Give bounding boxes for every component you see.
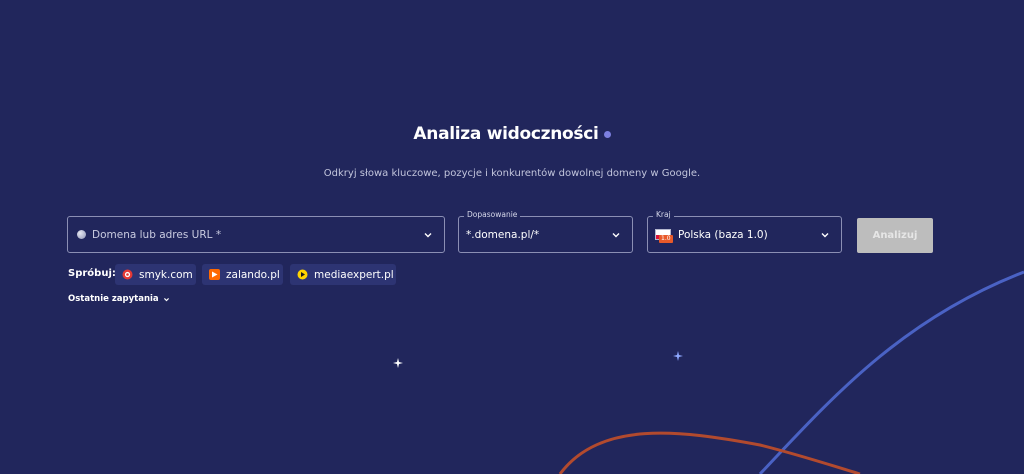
match-select-label: Dopasowanie — [464, 210, 521, 219]
domain-input-placeholder: Domena lub adres URL * — [92, 228, 222, 241]
sparkle-icon — [393, 358, 403, 368]
match-select[interactable]: Dopasowanie *.domena.pl/* — [458, 210, 633, 253]
suggestions-label: Spróbuj: — [68, 268, 116, 279]
country-select-value: Polska (baza 1.0) — [678, 228, 768, 241]
decorative-orange-curve — [558, 431, 861, 474]
analyze-button[interactable]: Analizuj — [857, 218, 933, 253]
decorative-blue-curve — [758, 270, 1024, 474]
chevron-down-icon[interactable] — [611, 230, 621, 240]
recent-queries-toggle[interactable]: Ostatnie zapytania — [68, 294, 170, 304]
suggestion-chip-label: mediaexpert.pl — [314, 268, 394, 281]
suggestion-chip-label: zalando.pl — [226, 268, 280, 281]
suggestion-chip-label: smyk.com — [139, 268, 193, 281]
globe-icon — [77, 230, 86, 239]
domain-input[interactable]: Domena lub adres URL * — [67, 216, 445, 253]
chevron-down-icon[interactable] — [423, 230, 433, 240]
chevron-down-icon — [163, 297, 169, 301]
page-subtitle: Odkryj słowa kluczowe, pozycje i konkure… — [323, 168, 701, 179]
poland-flag-icon: 1.0 — [655, 229, 673, 243]
database-version-badge: 1.0 — [659, 235, 673, 243]
smyk-logo-icon — [122, 269, 133, 280]
zalando-logo-icon — [209, 269, 220, 280]
suggestion-chip-mediaexpert[interactable]: mediaexpert.pl — [290, 264, 396, 285]
country-select[interactable]: Kraj 1.0 Polska (baza 1.0) — [647, 210, 842, 253]
match-select-value: *.domena.pl/* — [466, 228, 540, 241]
page-title: Analiza widoczności — [413, 124, 599, 144]
suggestion-chip-smyk[interactable]: smyk.com — [115, 264, 196, 285]
page-header: Analiza widoczności — [0, 124, 1024, 144]
country-select-label: Kraj — [653, 210, 674, 219]
mediaexpert-logo-icon — [297, 269, 308, 280]
chevron-down-icon[interactable] — [820, 230, 830, 240]
suggestion-chip-zalando[interactable]: zalando.pl — [202, 264, 283, 285]
sparkle-icon — [673, 351, 683, 361]
recent-queries-label: Ostatnie zapytania — [68, 294, 159, 304]
title-dot-icon — [603, 131, 611, 138]
